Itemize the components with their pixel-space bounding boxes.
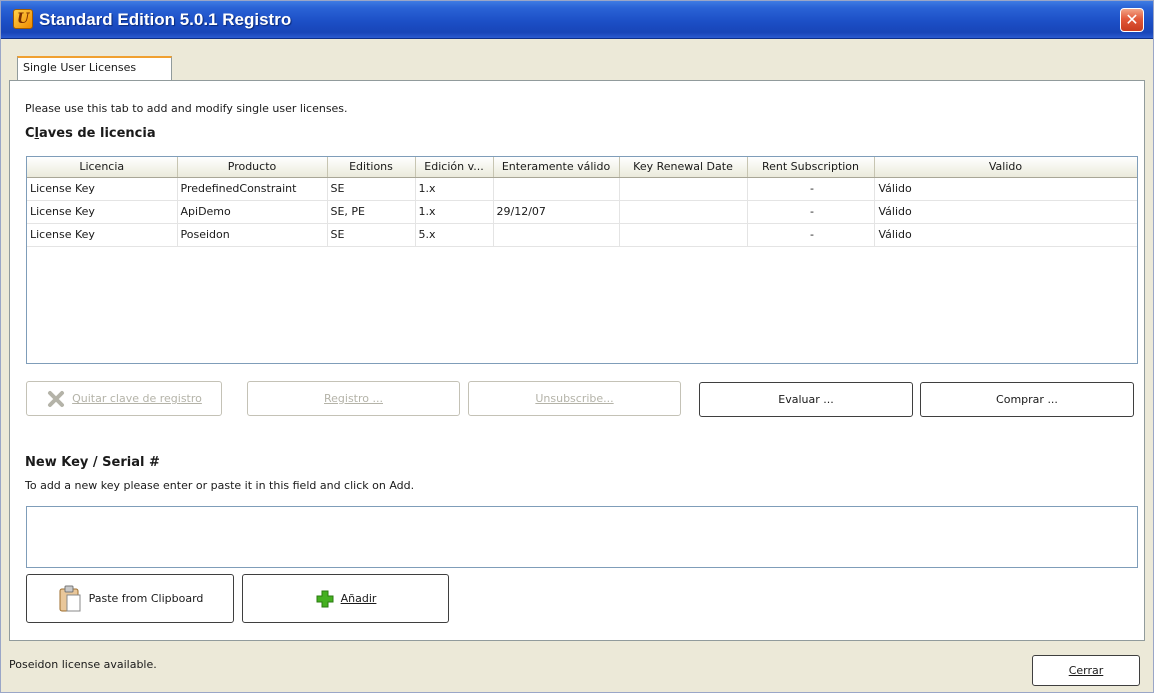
licenses-section-title: Claves de licencia	[25, 126, 156, 141]
table-cell: License Key	[27, 200, 178, 224]
remove-key-icon	[46, 389, 66, 409]
table-cell	[619, 223, 748, 247]
table-cell: -	[747, 177, 875, 201]
table-cell: -	[747, 223, 875, 247]
buy-label: Comprar ...	[996, 393, 1058, 406]
new-key-hint: To add a new key please enter or paste i…	[25, 479, 415, 492]
add-label: Añadir	[340, 592, 377, 605]
licenses-table[interactable]: Licencia Producto Editions Edición v... …	[26, 156, 1138, 364]
table-cell: PredefinedConstraint	[177, 177, 328, 201]
table-cell: 1.x	[415, 200, 494, 224]
table-cell	[619, 177, 748, 201]
column-header[interactable]: Valido	[874, 157, 1137, 178]
table-cell: 5.x	[415, 223, 494, 247]
column-header[interactable]: Edición v...	[415, 157, 494, 178]
paste-from-clipboard-button[interactable]: Paste from Clipboard	[26, 574, 234, 623]
table-row[interactable]: License Key ApiDemo SE, PE 1.x 29/12/07 …	[27, 200, 1137, 224]
close-window-button[interactable]: ✕	[1120, 8, 1144, 32]
register-label: Registro ...	[324, 392, 383, 405]
table-cell: -	[747, 200, 875, 224]
table-row[interactable]: License Key Poseidon SE 5.x - Válido	[27, 223, 1137, 247]
remove-key-label: Quitar clave de registro	[72, 392, 202, 405]
column-header[interactable]: Rent Subscription	[747, 157, 875, 178]
register-button[interactable]: Registro ...	[247, 381, 460, 416]
buy-button[interactable]: Comprar ...	[920, 382, 1134, 417]
app-logo-icon: U	[13, 9, 33, 29]
table-cell: Válido	[874, 177, 1137, 201]
column-header[interactable]: Enteramente válido	[493, 157, 620, 178]
add-key-button[interactable]: Añadir	[242, 574, 449, 623]
table-cell	[493, 223, 620, 247]
cerrar-label: Cerrar	[1068, 664, 1104, 677]
unsubscribe-button[interactable]: Unsubscribe...	[468, 381, 681, 416]
table-cell: Válido	[874, 223, 1137, 247]
table-row[interactable]: License Key PredefinedConstraint SE 1.x …	[27, 177, 1137, 201]
table-cell: License Key	[27, 177, 178, 201]
table-header-row: Licencia Producto Editions Edición v... …	[27, 157, 1137, 178]
intro-text: Please use this tab to add and modify si…	[25, 102, 348, 115]
table-cell: License Key	[27, 223, 178, 247]
cerrar-button[interactable]: Cerrar	[1032, 655, 1140, 686]
table-cell: SE	[327, 177, 416, 201]
registration-window: U Standard Edition 5.0.1 Registro ✕ Sing…	[0, 0, 1154, 693]
clipboard-icon	[57, 584, 83, 614]
table-cell: 1.x	[415, 177, 494, 201]
table-cell	[493, 177, 620, 201]
remove-key-button[interactable]: Quitar clave de registro	[26, 381, 222, 416]
table-cell: SE	[327, 223, 416, 247]
column-header[interactable]: Producto	[177, 157, 328, 178]
table-cell: ApiDemo	[177, 200, 328, 224]
column-header[interactable]: Licencia	[27, 157, 178, 178]
evaluate-button[interactable]: Evaluar ...	[699, 382, 913, 417]
status-text: Poseidon license available.	[9, 658, 157, 671]
table-cell: 29/12/07	[493, 200, 620, 224]
new-key-section-title: New Key / Serial #	[25, 455, 160, 470]
tab-single-user-licenses[interactable]: Single User Licenses	[17, 56, 172, 80]
column-header[interactable]: Key Renewal Date	[619, 157, 748, 178]
column-header[interactable]: Editions	[327, 157, 416, 178]
table-cell	[619, 200, 748, 224]
paste-label: Paste from Clipboard	[88, 592, 204, 605]
evaluate-label: Evaluar ...	[778, 393, 834, 406]
window-title: Standard Edition 5.0.1 Registro	[39, 10, 292, 29]
table-cell: Válido	[874, 200, 1137, 224]
plus-icon	[315, 589, 335, 609]
table-cell: Poseidon	[177, 223, 328, 247]
new-key-input[interactable]	[26, 506, 1138, 568]
title-bar[interactable]: U Standard Edition 5.0.1 Registro ✕	[1, 1, 1153, 39]
table-cell: SE, PE	[327, 200, 416, 224]
close-icon: ✕	[1125, 10, 1139, 29]
tab-panel: Please use this tab to add and modify si…	[9, 80, 1145, 641]
unsubscribe-label: Unsubscribe...	[535, 392, 614, 405]
